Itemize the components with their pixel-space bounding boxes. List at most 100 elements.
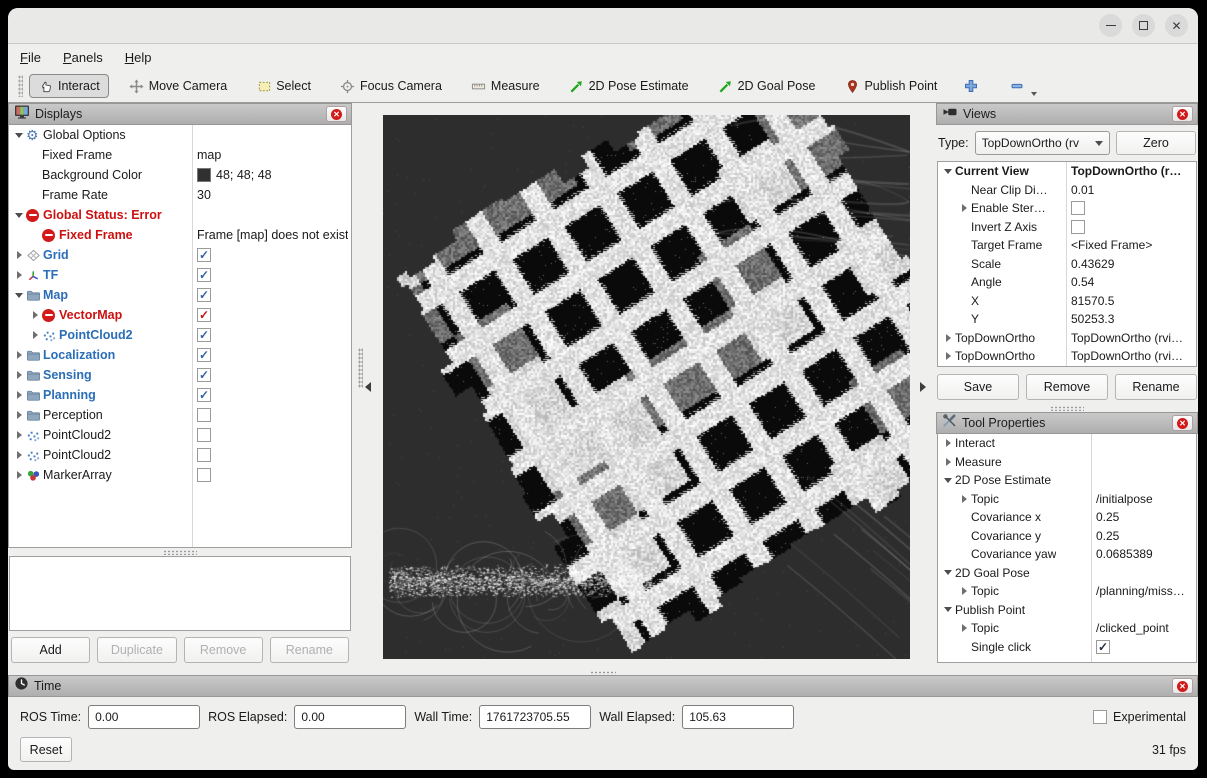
expander-closed-icon[interactable]	[12, 451, 26, 459]
checkbox-unchecked[interactable]	[197, 408, 211, 422]
tree-row-2d-goal-pose[interactable]: 2D Goal Pose	[938, 564, 1196, 583]
tool-properties-header[interactable]: Tool Properties ✕	[936, 412, 1198, 434]
ros-elapsed-input[interactable]	[294, 705, 406, 729]
titlebar[interactable]: ✕	[8, 8, 1198, 44]
checkbox-checked[interactable]: ✓	[197, 328, 211, 342]
remove-button[interactable]: Remove	[1026, 374, 1108, 400]
dropdown-caret-icon[interactable]	[1031, 92, 1037, 96]
property-value[interactable]: 0.01	[1071, 183, 1094, 197]
tree-row-topic[interactable]: Topic/initialpose	[938, 490, 1196, 509]
column-separator[interactable]	[1091, 434, 1092, 662]
tool-move-camera[interactable]: Move Camera	[120, 74, 237, 98]
tree-row-target-frame[interactable]: Target Frame<Fixed Frame>	[938, 236, 1196, 255]
collapse-left-icon[interactable]	[365, 382, 371, 392]
expander-closed-icon[interactable]	[12, 351, 26, 359]
column-separator[interactable]	[192, 125, 193, 547]
tree-row-single-click[interactable]: Single click✓	[938, 638, 1196, 657]
property-value[interactable]: 0.25	[1096, 510, 1119, 524]
zero-button[interactable]: Zero	[1116, 131, 1196, 155]
checkbox-checked[interactable]: ✓	[197, 248, 211, 262]
expander-closed-icon[interactable]	[957, 204, 971, 212]
property-value[interactable]: /clicked_point	[1096, 621, 1169, 635]
tree-row-background-color[interactable]: Background Color48; 48; 48	[9, 165, 351, 185]
tree-row-map[interactable]: Map✓	[9, 285, 351, 305]
property-value[interactable]: 50253.3	[1071, 312, 1114, 326]
save-button[interactable]: Save	[937, 374, 1019, 400]
reset-button[interactable]: Reset	[20, 737, 72, 762]
property-value[interactable]: /planning/miss…	[1096, 584, 1185, 598]
expander-closed-icon[interactable]	[957, 624, 971, 632]
tool-publish-point[interactable]: Publish Point	[835, 74, 946, 98]
property-value[interactable]: 0.43629	[1071, 257, 1114, 271]
checkbox-checked[interactable]: ✓	[197, 308, 211, 322]
views-close-button[interactable]: ✕	[1172, 106, 1193, 122]
view-type-dropdown[interactable]: TopDownOrtho (rv	[975, 131, 1110, 155]
time-close-button[interactable]: ✕	[1172, 678, 1193, 694]
tool-focus-camera[interactable]: Focus Camera	[331, 74, 451, 98]
tree-row-frame-rate[interactable]: Frame Rate30	[9, 185, 351, 205]
property-value[interactable]: 0.0685389	[1096, 547, 1153, 561]
tree-row-grid[interactable]: Grid✓	[9, 245, 351, 265]
property-value[interactable]: 0.54	[1071, 275, 1094, 289]
expander-closed-icon[interactable]	[28, 311, 42, 319]
tree-row-enable-ster[interactable]: Enable Ster…	[938, 199, 1196, 218]
tree-row-topic[interactable]: Topic/planning/miss…	[938, 582, 1196, 601]
tree-row-topdownortho[interactable]: TopDownOrthoTopDownOrtho (rvi…	[938, 347, 1196, 366]
rename-button[interactable]: Rename	[270, 637, 349, 663]
tree-row-covariance-x[interactable]: Covariance x0.25	[938, 508, 1196, 527]
expander-closed-icon[interactable]	[28, 331, 42, 339]
expander-open-icon[interactable]	[941, 570, 955, 575]
wall-time-input[interactable]	[479, 705, 591, 729]
views-panel-header[interactable]: Views ✕	[936, 103, 1198, 125]
expander-closed-icon[interactable]	[12, 391, 26, 399]
rename-button[interactable]: Rename	[1115, 374, 1197, 400]
property-value[interactable]: 48; 48; 48	[216, 168, 272, 182]
ros-time-input[interactable]	[88, 705, 200, 729]
expander-open-icon[interactable]	[941, 478, 955, 483]
checkbox-checked[interactable]: ✓	[197, 388, 211, 402]
wall-elapsed-input[interactable]	[682, 705, 794, 729]
tree-row-global-status-error[interactable]: Global Status: Error	[9, 205, 351, 225]
checkbox-checked[interactable]: ✓	[197, 288, 211, 302]
property-value[interactable]: 30	[197, 188, 211, 202]
expander-open-icon[interactable]	[12, 293, 26, 298]
tool-properties-close-button[interactable]: ✕	[1172, 415, 1193, 431]
checkbox-unchecked[interactable]	[197, 468, 211, 482]
minimize-button[interactable]	[1099, 14, 1122, 37]
tree-row-pointcloud2[interactable]: PointCloud2✓	[9, 325, 351, 345]
expander-closed-icon[interactable]	[12, 251, 26, 259]
tool-interact[interactable]: Interact	[29, 74, 109, 98]
tree-row-publish-point[interactable]: Publish Point	[938, 601, 1196, 620]
tree-row-topic[interactable]: Topic/clicked_point	[938, 619, 1196, 638]
expander-closed-icon[interactable]	[941, 458, 955, 466]
checkbox-checked[interactable]: ✓	[197, 268, 211, 282]
expander-open-icon[interactable]	[12, 213, 26, 218]
property-value[interactable]: /initialpose	[1096, 492, 1153, 506]
tree-row-covariance-yaw[interactable]: Covariance yaw0.0685389	[938, 545, 1196, 564]
time-panel-header[interactable]: Time ✕	[8, 675, 1198, 697]
expander-closed-icon[interactable]	[957, 587, 971, 595]
expander-closed-icon[interactable]	[12, 271, 26, 279]
menu-panels[interactable]: Panels	[63, 50, 103, 65]
checkbox-unchecked[interactable]	[197, 428, 211, 442]
displays-panel-header[interactable]: Displays ✕	[8, 103, 352, 125]
tree-row-fixed-frame[interactable]: Fixed FrameFrame [map] does not exist	[9, 225, 351, 245]
tree-row-vectormap[interactable]: VectorMap✓	[9, 305, 351, 325]
tool-measure[interactable]: Measure	[462, 74, 549, 98]
tool-2d-pose-estimate[interactable]: 2D Pose Estimate	[560, 74, 698, 98]
add-button[interactable]: Add	[11, 637, 90, 663]
tree-row-sensing[interactable]: Sensing✓	[9, 365, 351, 385]
tree-row-perception[interactable]: Perception	[9, 405, 351, 425]
horizontal-splitter[interactable]	[936, 404, 1198, 412]
expander-closed-icon[interactable]	[957, 495, 971, 503]
property-value[interactable]: 0.25	[1096, 529, 1119, 543]
expander-open-icon[interactable]	[12, 133, 26, 138]
checkbox-checked[interactable]: ✓	[197, 368, 211, 382]
expander-closed-icon[interactable]	[12, 431, 26, 439]
tree-row-topdownortho[interactable]: TopDownOrthoTopDownOrtho (rvi…	[938, 329, 1196, 348]
displays-close-button[interactable]: ✕	[326, 106, 347, 122]
checkbox-checked[interactable]: ✓	[1096, 640, 1110, 654]
3d-viewport[interactable]	[383, 115, 910, 659]
splitter-handle[interactable]	[358, 348, 363, 388]
menu-help[interactable]: Help	[125, 50, 152, 65]
